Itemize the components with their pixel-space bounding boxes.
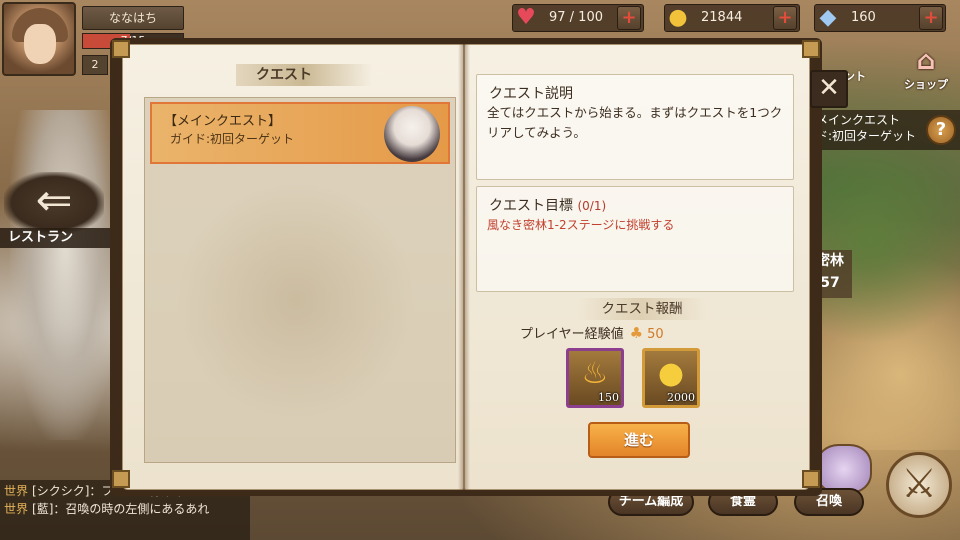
gold-coin-icon: ● bbox=[657, 356, 685, 391]
gold-resource: ● 21844 + bbox=[664, 4, 800, 32]
quest-reward-title: クエスト報酬 bbox=[576, 298, 708, 320]
reward-count: 150 bbox=[598, 391, 619, 404]
book-corner bbox=[802, 40, 820, 58]
close-icon[interactable]: ✕ bbox=[810, 70, 848, 108]
reward-item-gold[interactable]: ● 2000 bbox=[642, 348, 700, 408]
proceed-button[interactable]: 進む bbox=[588, 422, 690, 458]
crossed-swords-icon[interactable]: ⚔ bbox=[886, 452, 952, 518]
exp-reward-label: プレイヤー経験値 bbox=[520, 327, 624, 342]
chat-message: [藍]：召喚の時の左側にあるあれ bbox=[32, 502, 210, 516]
background-character bbox=[10, 110, 120, 440]
quest-list-header: クエスト bbox=[236, 64, 372, 86]
quest-item-selected[interactable]: 【メインクエスト】 ガイド:初回ターゲット bbox=[150, 102, 450, 164]
quest-item-title: 【メインクエスト】 bbox=[164, 114, 282, 129]
gold-value: 21844 bbox=[701, 10, 743, 25]
summon-orb-icon[interactable] bbox=[816, 444, 872, 494]
stamina-resource: ♥ 97 / 100 + bbox=[512, 4, 644, 32]
gem-value: 160 bbox=[851, 10, 876, 25]
stamina-add-button[interactable]: + bbox=[617, 6, 641, 30]
shop-button[interactable]: ⌂ ショップ bbox=[900, 46, 952, 98]
shop-icon: ⌂ bbox=[916, 46, 936, 76]
book-corner bbox=[802, 470, 820, 488]
quest-item-subtitle: ガイド:初回ターゲット bbox=[170, 132, 295, 146]
book-corner bbox=[112, 40, 130, 58]
exp-icon: ♣ bbox=[629, 324, 644, 342]
quest-objective-text: 風なき密林1-2ステージに挑戦する bbox=[487, 218, 675, 232]
quest-objective-box: クエスト目標 (0/1) 風なき密林1-2ステージに挑戦する bbox=[476, 186, 794, 292]
background-map bbox=[810, 150, 960, 450]
shop-label: ショップ bbox=[904, 78, 948, 91]
gold-coin-icon: ● bbox=[668, 5, 688, 30]
crest-watermark bbox=[176, 180, 416, 420]
quest-description-text: 全てはクエストから始まる。まずはクエストを1つクリアしてみよう。 bbox=[487, 105, 783, 140]
gem-add-button[interactable]: + bbox=[919, 6, 943, 30]
player-name: ななはち bbox=[82, 6, 184, 30]
gold-add-button[interactable]: + bbox=[773, 6, 797, 30]
help-button[interactable]: ? bbox=[926, 115, 956, 145]
book-corner bbox=[112, 470, 130, 488]
chat-line: 世界 [藍]：召喚の時の左側にあるあれ bbox=[4, 500, 246, 518]
event-label[interactable]: ント bbox=[844, 68, 874, 84]
reward-count: 2000 bbox=[667, 391, 695, 404]
guide-character-portrait bbox=[384, 106, 440, 162]
quest-description-box: クエスト説明 全てはクエストから始まる。まずはクエストを1つクリアしてみよう。 bbox=[476, 74, 794, 180]
chat-channel: 世界 bbox=[4, 502, 29, 516]
reward-item-flame[interactable]: ♨ 150 bbox=[566, 348, 624, 408]
restaurant-label[interactable]: レストラン bbox=[0, 228, 112, 248]
quest-objective-title: クエスト目標 bbox=[489, 198, 573, 214]
chat-channel: 世界 bbox=[4, 484, 29, 498]
crystal-icon: ◆ bbox=[819, 5, 837, 30]
flame-icon: ♨ bbox=[581, 356, 609, 391]
player-level: 2 bbox=[82, 55, 108, 75]
player-avatar[interactable] bbox=[2, 2, 76, 76]
heart-icon: ♥ bbox=[516, 5, 536, 30]
quest-description-title: クエスト説明 bbox=[489, 86, 573, 102]
quest-objective-count: (0/1) bbox=[577, 199, 607, 213]
book-spine bbox=[458, 44, 470, 490]
back-arrow-icon[interactable]: ⇐ bbox=[4, 172, 104, 234]
exp-reward-line: プレイヤー経験値 ♣ 50 bbox=[520, 322, 720, 344]
gem-resource: ◆ 160 + bbox=[814, 4, 946, 32]
avatar-face bbox=[24, 24, 56, 64]
stamina-value: 97 / 100 bbox=[549, 10, 603, 25]
quest-objective-heading: クエスト目標 (0/1) bbox=[489, 195, 606, 215]
exp-reward-value: 50 bbox=[647, 327, 664, 342]
